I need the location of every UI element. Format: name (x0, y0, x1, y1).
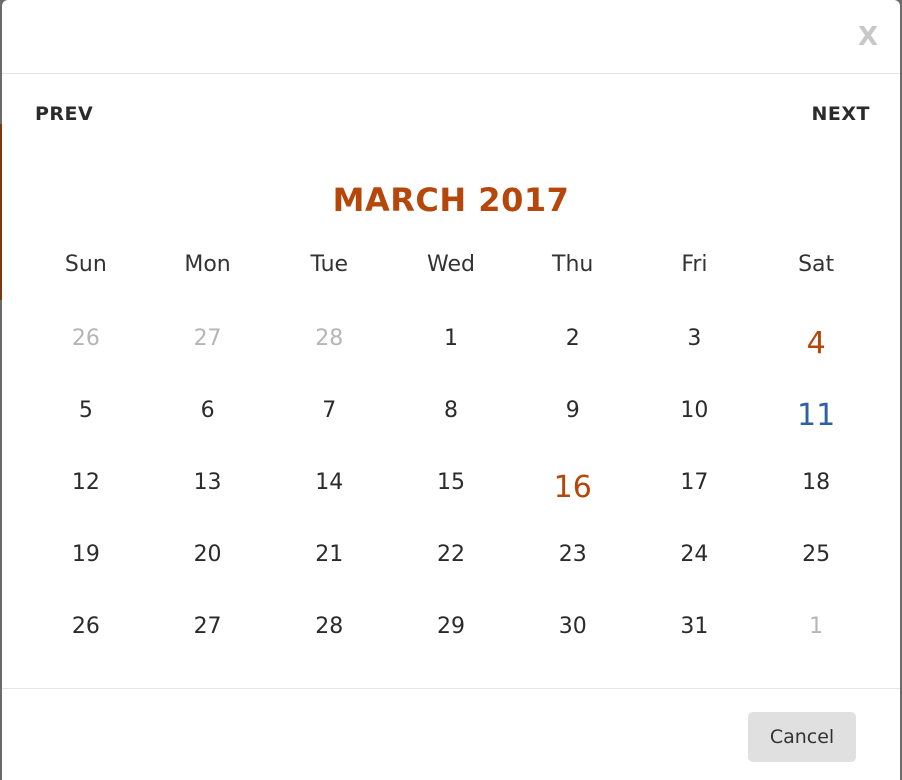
calendar-day[interactable]: 30 (512, 590, 634, 662)
calendar-day[interactable]: 1 (755, 590, 877, 662)
day-grid: 26 27 28 1 2 3 4 5 6 7 8 9 10 11 12 13 14 15 16 17 18 19 20 21 2… (25, 302, 877, 662)
calendar-day[interactable]: 22 (390, 518, 512, 590)
calendar-day[interactable]: 3 (634, 302, 756, 374)
calendar-day[interactable]: 14 (268, 446, 390, 518)
calendar-day[interactable]: 25 (755, 518, 877, 590)
cancel-button[interactable]: Cancel (748, 712, 856, 762)
calendar-day[interactable]: 21 (268, 518, 390, 590)
calendar-day[interactable]: 24 (634, 518, 756, 590)
weekday-label: Mon (184, 252, 231, 277)
weekday-header-row: Sun Mon Tue Wed Thu Fri Sat (25, 250, 877, 280)
calendar-day[interactable]: 7 (268, 374, 390, 446)
calendar-day[interactable]: 28 (268, 302, 390, 374)
dialog-header: X (2, 0, 900, 74)
calendar-day[interactable]: 1 (390, 302, 512, 374)
calendar-day[interactable]: 27 (147, 590, 269, 662)
calendar-day[interactable]: 26 (25, 590, 147, 662)
calendar-day[interactable]: 10 (634, 374, 756, 446)
calendar-day[interactable]: 6 (147, 374, 269, 446)
calendar-day[interactable]: 2 (512, 302, 634, 374)
weekday-label: Sat (798, 252, 835, 277)
weekday-label: Tue (310, 252, 349, 277)
calendar-day[interactable]: 19 (25, 518, 147, 590)
calendar-day[interactable]: 9 (512, 374, 634, 446)
calendar-day[interactable]: 15 (390, 446, 512, 518)
next-month-button[interactable]: NEXT (812, 102, 871, 126)
prev-month-button[interactable]: PREV (35, 102, 93, 126)
close-button[interactable]: X (858, 22, 878, 52)
month-title: MARCH 2017 (332, 181, 570, 219)
weekday-label: Wed (427, 252, 475, 277)
calendar-day[interactable]: 27 (147, 302, 269, 374)
calendar-day[interactable]: 13 (147, 446, 269, 518)
calendar-day[interactable]: 12 (25, 446, 147, 518)
calendar-day[interactable]: 5 (25, 374, 147, 446)
calendar-day[interactable]: 8 (390, 374, 512, 446)
calendar-day[interactable]: 18 (755, 446, 877, 518)
calendar-day[interactable]: 28 (268, 590, 390, 662)
calendar-day[interactable]: 11 (755, 374, 877, 446)
calendar-day[interactable]: 29 (390, 590, 512, 662)
dialog-footer: Cancel (2, 688, 900, 780)
date-picker-dialog: X PREV NEXT MARCH 2017 Sun Mon Tue Wed Thu Fr… (2, 0, 900, 780)
calendar-day[interactable]: 23 (512, 518, 634, 590)
calendar-day[interactable]: 17 (634, 446, 756, 518)
calendar-day[interactable]: 4 (755, 302, 877, 374)
calendar-day[interactable]: 16 (512, 446, 634, 518)
weekday-label: Fri (681, 252, 708, 277)
weekday-label: Thu (552, 252, 594, 277)
calendar-day[interactable]: 26 (25, 302, 147, 374)
weekday-label: Sun (64, 252, 107, 277)
calendar-day[interactable]: 31 (634, 590, 756, 662)
calendar-day[interactable]: 20 (147, 518, 269, 590)
